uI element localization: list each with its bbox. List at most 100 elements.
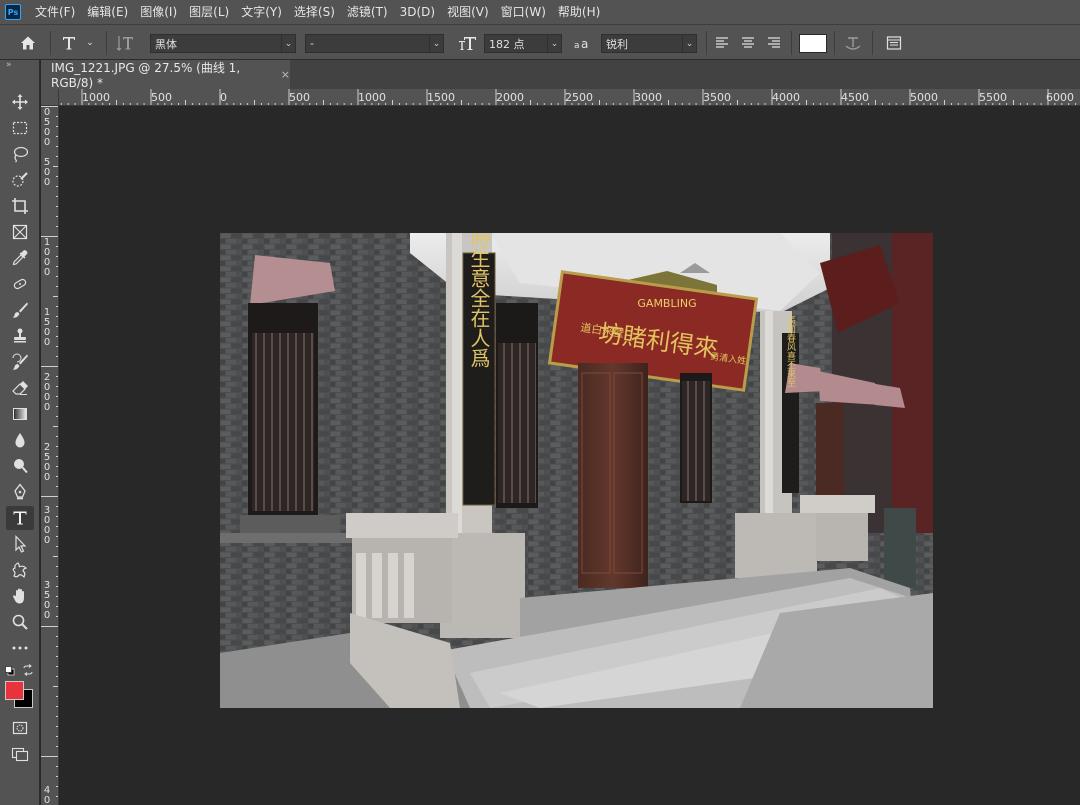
antialias-select[interactable]: 锐利 ⌄ <box>601 34 697 53</box>
ruler-label: 500 <box>151 91 172 104</box>
ruler-label: 0 <box>43 472 51 483</box>
crop-icon[interactable] <box>6 194 34 218</box>
separator <box>706 31 707 55</box>
menu-layer[interactable]: 图层(L) <box>183 0 235 24</box>
photo-sign-en: GAMBLING <box>637 297 696 310</box>
home-icon[interactable] <box>14 25 42 60</box>
font-size-select[interactable]: 182 点 ⌄ <box>484 34 562 53</box>
zoom-icon[interactable] <box>6 610 34 634</box>
close-icon[interactable]: × <box>281 68 290 81</box>
chevron-down-icon[interactable]: ⌄ <box>82 25 98 60</box>
ruler-label: 1000 <box>358 91 386 104</box>
ruler-label: 4000 <box>772 91 800 104</box>
separator <box>106 31 107 55</box>
svg-text:a: a <box>581 37 588 50</box>
ruler-label: 1500 <box>427 91 455 104</box>
history-brush-icon[interactable] <box>6 350 34 374</box>
chevron-down-icon: ⌄ <box>547 35 561 52</box>
ruler-label: 6000 <box>1046 91 1074 104</box>
ruler-origin[interactable] <box>41 89 59 106</box>
menu-file[interactable]: 文件(F) <box>29 0 81 24</box>
menu-edit[interactable]: 编辑(E) <box>81 0 134 24</box>
chevron-down-icon: ⌄ <box>429 35 443 52</box>
document-image[interactable]: GAMBLING 坊賭利得來 道白来壁 勇清入姓 四時生意全在人爲 高面春风喜丕… <box>220 233 933 708</box>
toggle-text-orientation-icon[interactable] <box>114 25 138 60</box>
ruler-label: 0 <box>220 91 227 104</box>
tools-panel: » <box>0 60 40 805</box>
swap-colors-icon[interactable] <box>22 664 34 676</box>
ruler-label: 2500 <box>565 91 593 104</box>
ruler-label: 0 <box>43 795 51 805</box>
default-colors-icon[interactable] <box>5 665 15 676</box>
ruler-label: 0 <box>43 267 51 278</box>
menu-help[interactable]: 帮助(H) <box>552 0 606 24</box>
vertical-ruler[interactable]: 050050010001500200025003000350040 <box>41 106 59 805</box>
align-right-icon[interactable] <box>764 25 784 60</box>
photo-couplet-left: 四時生意全在人爲 <box>467 233 491 368</box>
document-tab[interactable]: IMG_1221.JPG @ 27.5% (曲线 1, RGB/8) * × <box>41 60 290 90</box>
menu-3d[interactable]: 3D(D) <box>394 0 441 24</box>
menu-filter[interactable]: 滤镜(T) <box>341 0 394 24</box>
hand-icon[interactable] <box>6 584 34 608</box>
font-family-value: 黑体 <box>155 37 177 51</box>
eraser-icon[interactable] <box>6 376 34 400</box>
text-color-swatch[interactable] <box>799 34 827 53</box>
character-panel-icon[interactable] <box>882 25 906 60</box>
menu-select[interactable]: 选择(S) <box>288 0 341 24</box>
document-tab-title: IMG_1221.JPG @ 27.5% (曲线 1, RGB/8) * <box>51 61 241 90</box>
chevron-down-icon: ⌄ <box>281 35 295 52</box>
dodge-icon[interactable] <box>6 454 34 478</box>
foreground-color-swatch[interactable] <box>5 681 24 700</box>
separator <box>834 31 835 55</box>
menu-view[interactable]: 视图(V) <box>441 0 495 24</box>
font-size-icon <box>456 25 480 60</box>
rectangular-marquee-icon[interactable] <box>6 116 34 140</box>
ruler-label: 4500 <box>841 91 869 104</box>
quick-selection-icon[interactable] <box>6 168 34 192</box>
move-tool-icon[interactable] <box>6 90 34 114</box>
frame-icon[interactable] <box>6 220 34 244</box>
font-family-select[interactable]: 黑体 ⌄ <box>150 34 296 53</box>
ruler-label: 3500 <box>703 91 731 104</box>
lasso-icon[interactable] <box>6 142 34 166</box>
ruler-label: 0 <box>43 535 51 546</box>
ruler-label: 0 <box>43 137 51 148</box>
antialias-value: 锐利 <box>606 37 628 51</box>
brush-icon[interactable] <box>6 298 34 322</box>
menu-image[interactable]: 图像(I) <box>134 0 183 24</box>
align-center-icon[interactable] <box>738 25 758 60</box>
path-selection-icon[interactable] <box>6 532 34 556</box>
font-style-select[interactable]: - ⌄ <box>305 34 444 53</box>
horizontal-ruler[interactable]: 1000 500 0 500 1000 1500 2000 2500 3000 … <box>59 89 1080 106</box>
ruler-label: 3000 <box>634 91 662 104</box>
font-style-value: - <box>310 37 314 50</box>
street-building-photo: GAMBLING 坊賭利得來 道白来壁 勇清入姓 四時生意全在人爲 高面春风喜丕… <box>220 233 933 708</box>
ruler-label: 5500 <box>979 91 1007 104</box>
gradient-icon[interactable] <box>6 402 34 426</box>
menu-window[interactable]: 窗口(W) <box>495 0 552 24</box>
healing-brush-icon[interactable] <box>6 272 34 296</box>
screen-mode-icon[interactable] <box>6 742 34 766</box>
separator <box>872 31 873 55</box>
svg-text:a: a <box>574 41 580 50</box>
ruler-label: 500 <box>289 91 310 104</box>
separator <box>50 31 51 55</box>
collapse-panel-icon[interactable]: » <box>0 60 40 72</box>
menu-type[interactable]: 文字(Y) <box>235 0 288 24</box>
custom-shape-icon[interactable] <box>6 558 34 582</box>
type-tool-preset-icon[interactable] <box>58 25 80 60</box>
more-tools-icon[interactable] <box>6 636 34 660</box>
quick-mask-icon[interactable] <box>6 716 34 740</box>
chevron-down-icon: ⌄ <box>682 35 696 52</box>
photoshop-app-icon[interactable]: Ps <box>5 4 21 20</box>
options-bar: ⌄ 黑体 ⌄ - ⌄ 182 点 ⌄ aa 锐利 ⌄ <box>0 24 1080 60</box>
eyedropper-icon[interactable] <box>6 246 34 270</box>
type-tool-icon[interactable] <box>6 506 34 530</box>
pen-icon[interactable] <box>6 480 34 504</box>
document-tab-bar: IMG_1221.JPG @ 27.5% (曲线 1, RGB/8) * × <box>41 60 1080 90</box>
blur-icon[interactable] <box>6 428 34 452</box>
clone-stamp-icon[interactable] <box>6 324 34 348</box>
align-left-icon[interactable] <box>712 25 732 60</box>
warp-text-icon[interactable] <box>842 25 864 60</box>
ruler-label: 0 <box>43 402 51 413</box>
